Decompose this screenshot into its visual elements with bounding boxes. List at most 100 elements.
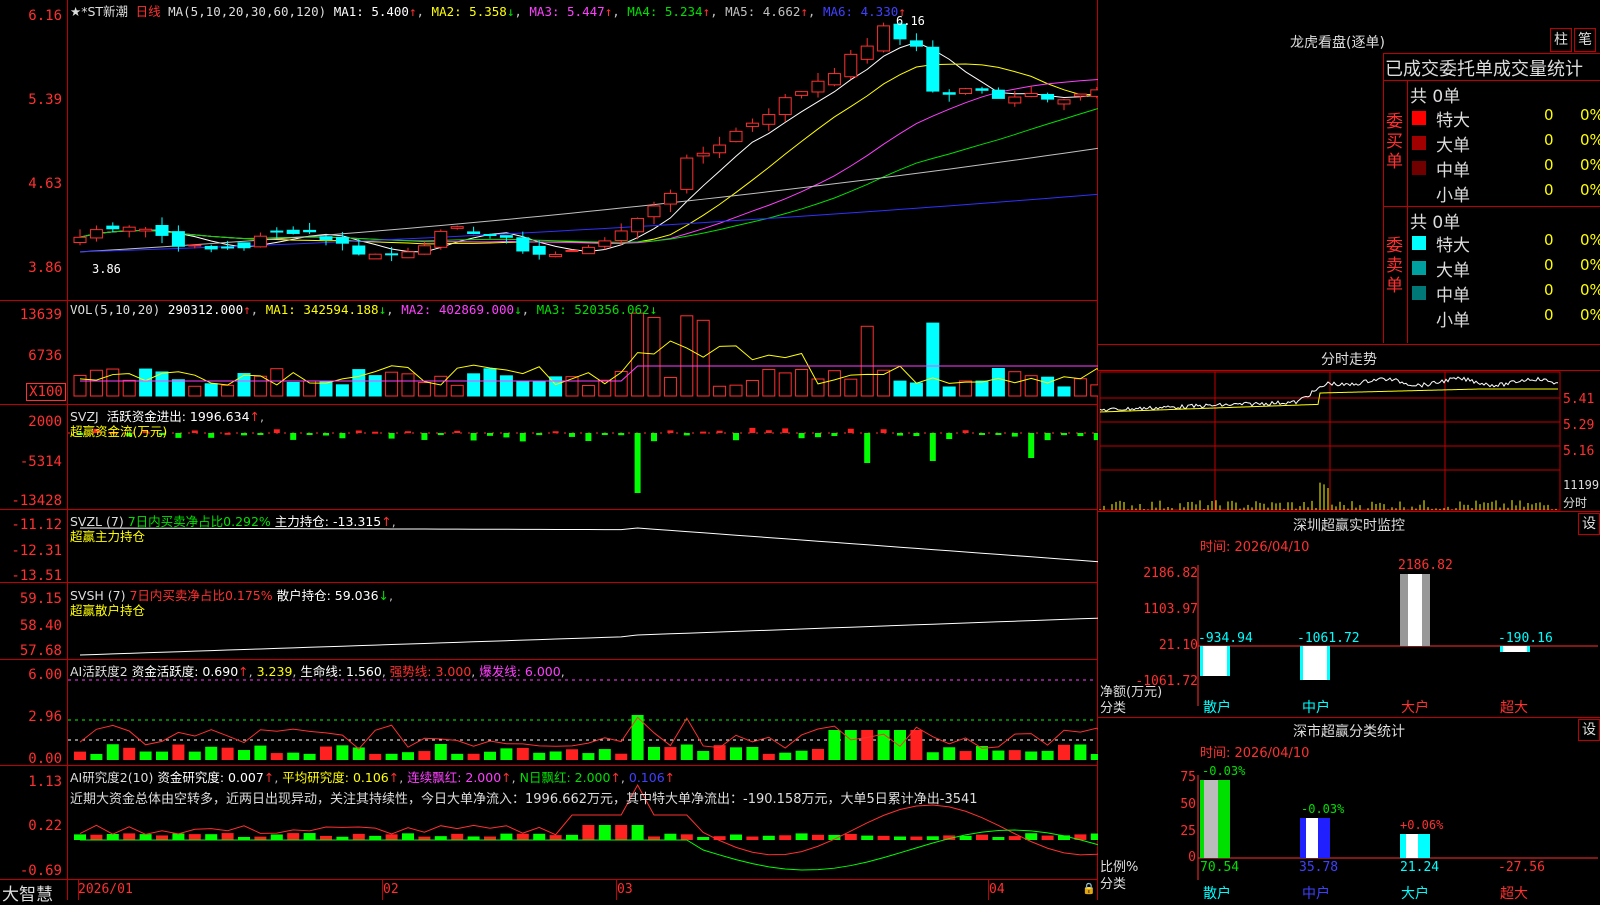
ai2-bar: [730, 747, 742, 760]
monitor-bar: [1200, 646, 1230, 676]
ai2-bar: [549, 751, 562, 760]
candle-body: [860, 45, 874, 60]
ai2-bar: [1008, 750, 1021, 760]
ai2-bar: [828, 730, 841, 760]
app-logo[interactable]: 大智慧: [2, 880, 53, 905]
ai2-bar: [861, 730, 874, 760]
monitor-bar: [1400, 574, 1430, 646]
candle-body: [352, 245, 366, 255]
volume-bar: [811, 378, 825, 397]
volume-bar: [795, 369, 809, 397]
svzj-bar: [1028, 433, 1035, 458]
lock-icon[interactable]: 🔒: [1082, 882, 1096, 895]
svzj-bar: [979, 433, 985, 435]
volume-bar: [713, 385, 727, 397]
ai2-bar: [402, 752, 414, 760]
ma-line-60: [79, 147, 1098, 253]
research-bar: [188, 834, 201, 840]
class-settings-button[interactable]: 设: [1578, 719, 1600, 741]
stats-row-label: 中单: [1436, 161, 1470, 181]
volume-bar: [1008, 371, 1022, 397]
stats-row-label: 小单: [1436, 311, 1470, 331]
candle-body: [795, 91, 809, 96]
candle-body: [680, 157, 694, 190]
svzj-bar: [700, 431, 707, 434]
volume-bar: [385, 371, 399, 397]
price-tick: 4.63: [28, 176, 62, 192]
stats-row-value: 0: [1544, 306, 1554, 324]
date-tick-mark: [616, 880, 617, 900]
volume-unit-button[interactable]: X100: [26, 383, 66, 401]
research-bar: [533, 833, 546, 840]
ai2-bar: [1074, 744, 1087, 760]
research-bar: [385, 834, 398, 840]
monitor-tick: 1103.97: [1143, 602, 1198, 617]
ai2-bar: [254, 745, 267, 760]
research-bar: [598, 825, 611, 840]
stats-title: 已成交委托单成交量统计: [1385, 59, 1583, 80]
candle-body: [762, 114, 776, 125]
svzj-bar: [733, 433, 739, 441]
research-bar: [959, 835, 972, 840]
volume-bar: [1041, 376, 1055, 397]
candle-body: [221, 246, 235, 249]
candle-body: [516, 237, 530, 252]
tick-view-button[interactable]: 笔: [1574, 28, 1596, 52]
ai2-strong-line: 强势线: 3.000: [389, 664, 472, 679]
ai2-bar: [959, 751, 972, 760]
intraday-title: 分时走势: [1321, 352, 1377, 368]
ai2-value2: 3.239: [256, 664, 293, 679]
candle-body: [877, 25, 891, 52]
kline-chart-area[interactable]: [0, 0, 1098, 900]
monitor-bar-highlight: [1203, 646, 1227, 676]
stats-row-label: 特大: [1436, 111, 1470, 131]
monitor-settings-button[interactable]: 设: [1578, 513, 1600, 535]
date-tick: 2026/01: [78, 882, 133, 897]
candle-body: [631, 217, 645, 233]
ai-research-value5: 0.106: [628, 770, 665, 785]
svzj-bar: [536, 433, 543, 436]
stats-row-pct: 0%: [1580, 131, 1600, 149]
volume-bar: [516, 380, 530, 397]
intraday-time-tab[interactable]: 分时: [1563, 494, 1587, 511]
svzj-bar: [995, 433, 1002, 435]
volume-bar: [286, 381, 300, 397]
volume-bar: [729, 384, 743, 397]
svzj-bar: [241, 433, 247, 436]
class-bar: [1200, 780, 1230, 858]
volume-bar: [335, 384, 349, 397]
ai2-lifeline: 生命线: 1.560: [300, 664, 382, 679]
volume-bar: [352, 369, 366, 397]
ai2-bar: [156, 751, 168, 760]
stock-name[interactable]: ★*ST新潮: [70, 4, 128, 19]
volume-bar: [598, 379, 612, 397]
stats-row-value: 0: [1544, 131, 1554, 149]
stats-row-value: 0: [1544, 256, 1554, 274]
svzj-bar: [765, 430, 772, 433]
ai2-bar: [74, 751, 86, 760]
research-bar: [320, 835, 332, 840]
volume-bar: [778, 372, 792, 397]
volume-bar: [89, 369, 103, 397]
candle-body: [532, 245, 546, 255]
bar-view-button[interactable]: 柱: [1550, 28, 1572, 52]
intraday-avg-line: [1099, 388, 1558, 413]
ai2-bar: [795, 750, 808, 760]
candle-body: [1057, 99, 1071, 105]
candle-body: [614, 230, 628, 241]
svzj-bar: [634, 433, 641, 493]
research-bar: [303, 833, 316, 840]
ai2-bar: [320, 746, 332, 760]
volume-bar: [450, 384, 464, 397]
research-bar: [615, 825, 628, 840]
class-tick: 0: [1188, 850, 1196, 865]
stats-top-border: [1383, 53, 1600, 54]
period-label[interactable]: 日线: [136, 4, 161, 19]
candle-body: [401, 251, 415, 259]
research-bar: [106, 833, 119, 840]
research-bar: [844, 833, 857, 840]
stats-row-value: 0: [1544, 156, 1554, 174]
ma-line-20: [79, 79, 1098, 244]
research-bar: [894, 836, 906, 840]
ai2-bar: [1025, 751, 1038, 760]
